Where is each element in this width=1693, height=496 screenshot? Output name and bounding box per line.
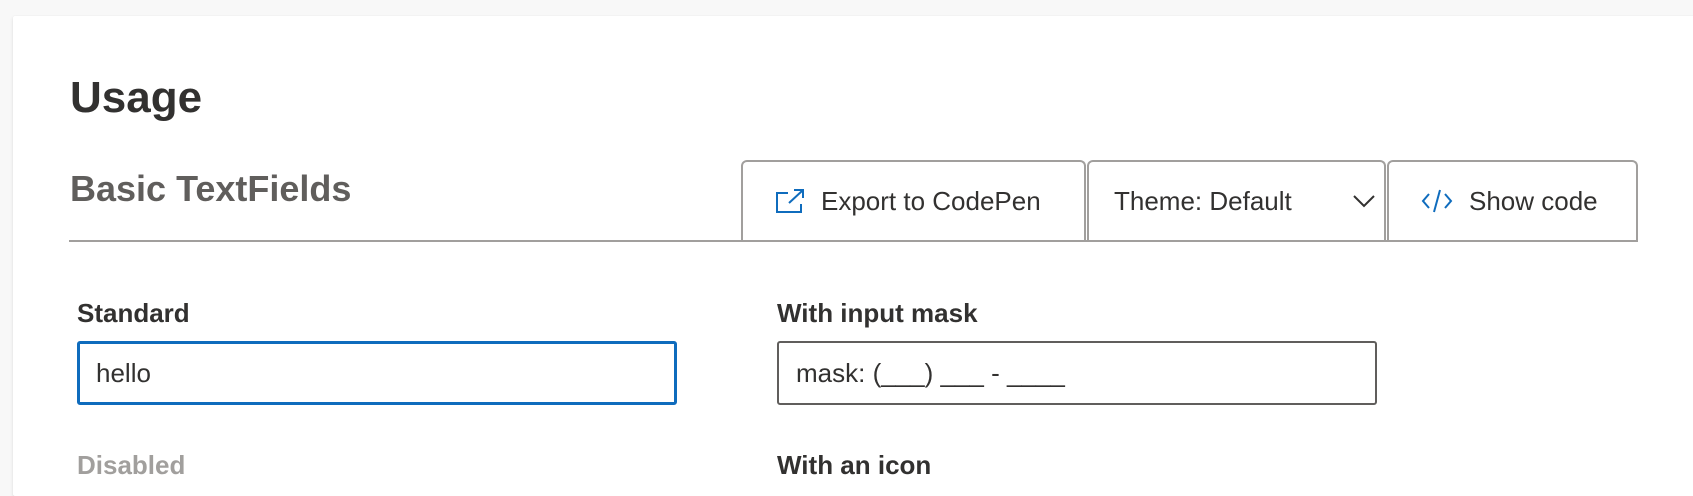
external-link-icon: [775, 188, 805, 214]
section-divider: [69, 240, 1638, 242]
code-icon: [1421, 188, 1453, 214]
standard-field-label: Standard: [77, 298, 190, 328]
standard-text-field[interactable]: [77, 341, 677, 405]
theme-dropdown[interactable]: Theme: Default: [1087, 160, 1386, 240]
export-button-label: Export to CodePen: [821, 185, 1041, 216]
show-code-button[interactable]: Show code: [1387, 160, 1638, 240]
input-mask-text-field[interactable]: [777, 341, 1377, 405]
chevron-down-icon: [1350, 194, 1378, 208]
page-title: Usage: [70, 73, 203, 122]
input-mask-field-label: With input mask: [777, 298, 978, 328]
show-code-button-label: Show code: [1469, 185, 1598, 216]
disabled-field-label: Disabled: [77, 450, 186, 480]
export-to-codepen-button[interactable]: Export to CodePen: [741, 160, 1086, 240]
theme-dropdown-label: Theme: Default: [1114, 185, 1292, 216]
section-title: Basic TextFields: [70, 168, 352, 209]
icon-field-label: With an icon: [777, 450, 932, 480]
example-card: [13, 16, 1693, 496]
